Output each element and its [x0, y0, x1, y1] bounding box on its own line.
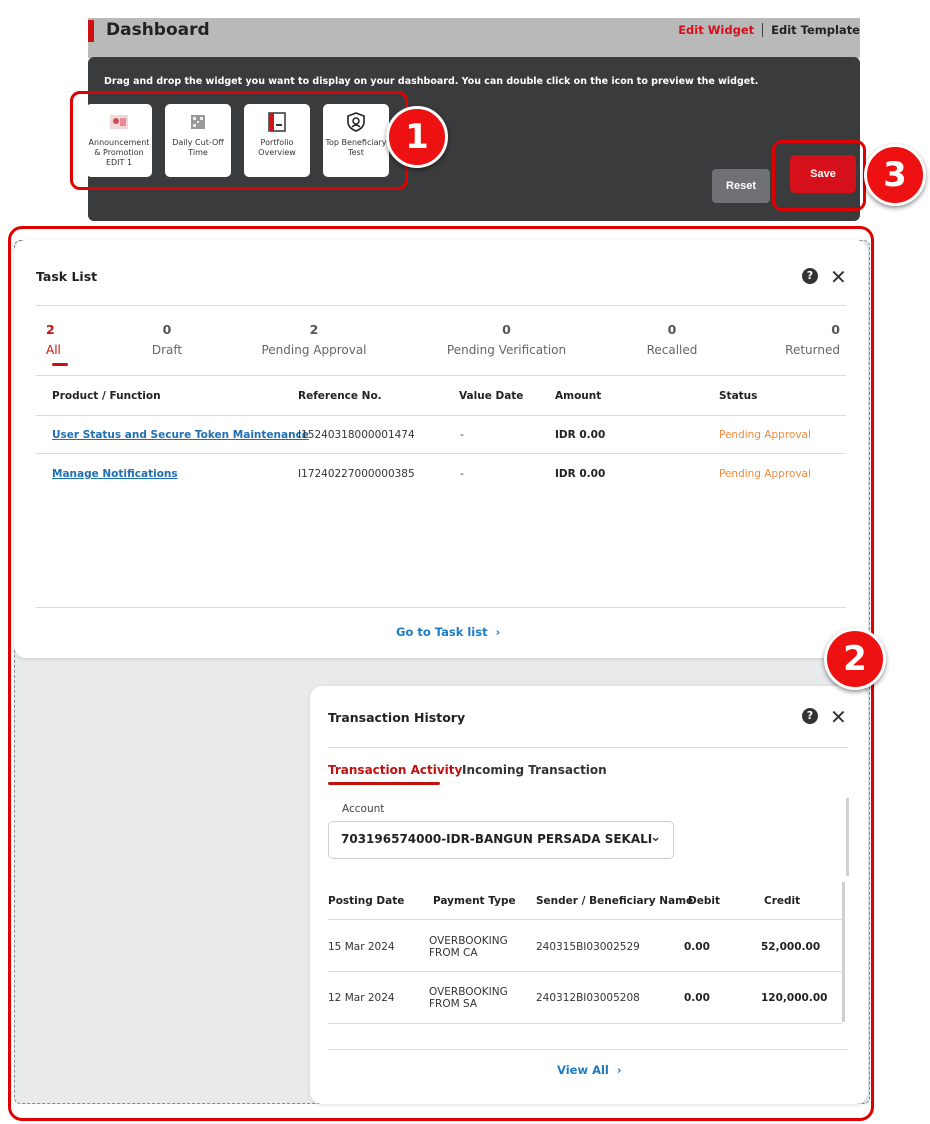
annotation-box-canvas [8, 226, 874, 1121]
reset-button[interactable]: Reset [712, 169, 770, 203]
link-divider [762, 23, 764, 37]
edit-widget-link[interactable]: Edit Widget [678, 23, 754, 37]
annotation-box-save [772, 140, 866, 211]
page-title: Dashboard [106, 20, 210, 40]
dashboard-header: Dashboard Edit Widget Edit Template [88, 18, 860, 48]
annotation-badge-3: 3 [864, 144, 926, 206]
header-accent-bar [88, 20, 94, 42]
annotation-badge-1: 1 [386, 106, 448, 168]
edit-template-link[interactable]: Edit Template [771, 23, 860, 37]
dashboard-screen: Dashboard Edit Widget Edit Template Drag… [0, 0, 930, 1124]
annotation-box-widgets [70, 91, 408, 190]
annotation-badge-2: 2 [824, 628, 886, 690]
header-links: Edit Widget Edit Template [678, 23, 860, 37]
widget-instruction: Drag and drop the widget you want to dis… [104, 76, 759, 87]
